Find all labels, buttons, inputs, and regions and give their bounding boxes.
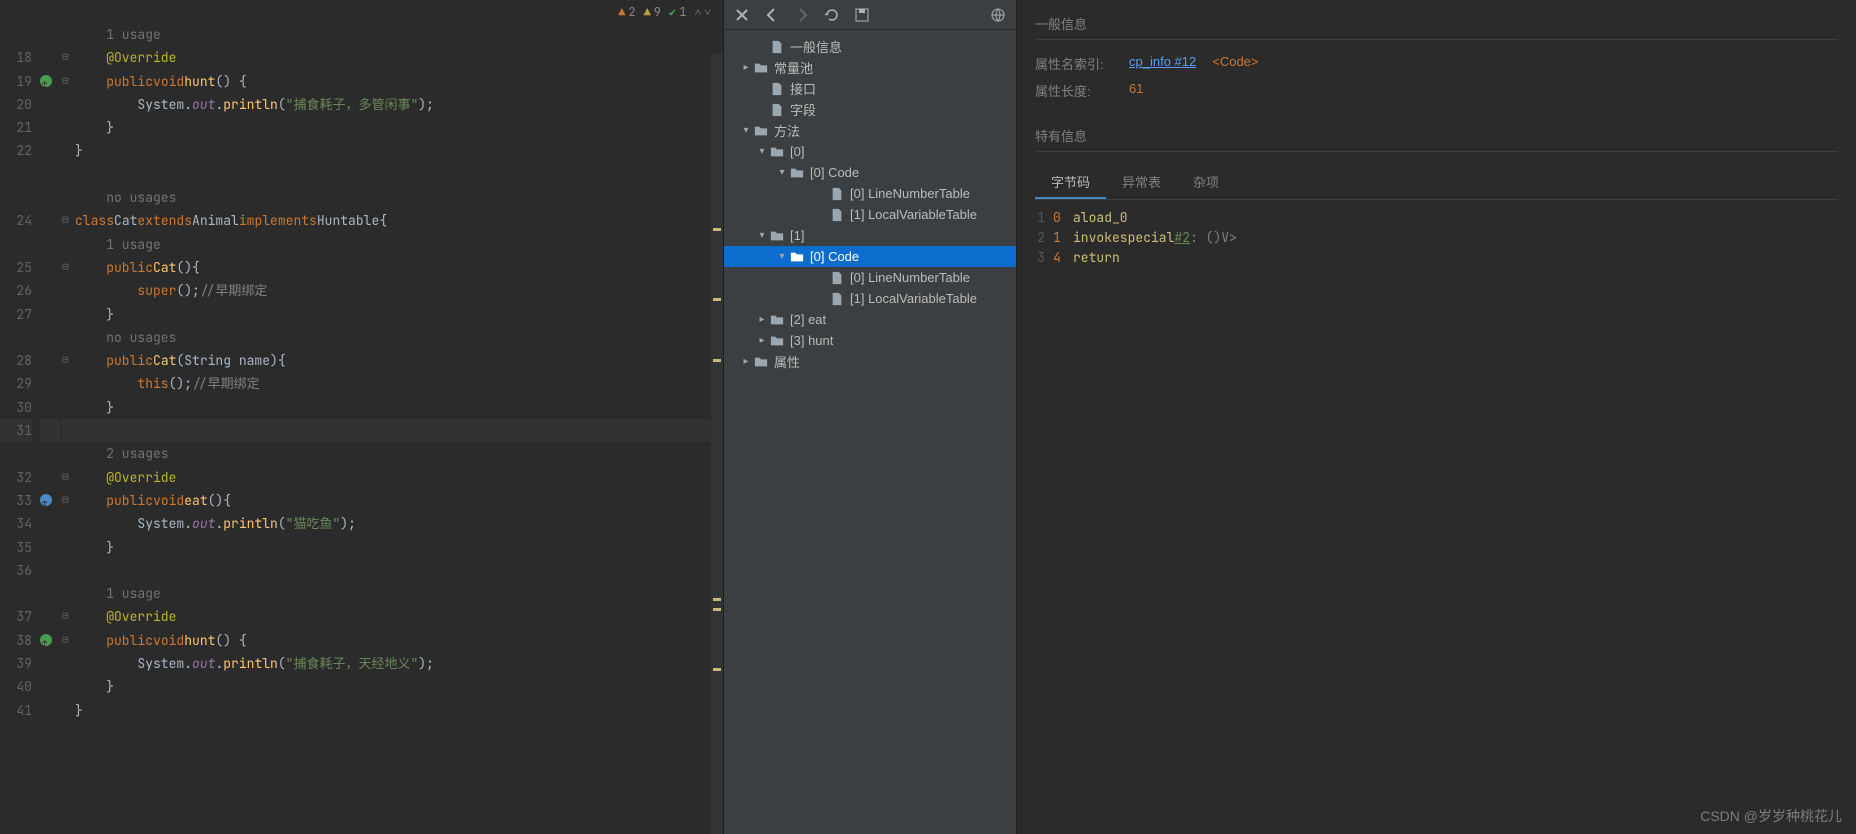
tree-item[interactable]: ▸[3] hunt: [724, 330, 1016, 351]
tree-item[interactable]: ▸属性: [724, 351, 1016, 372]
file-icon: [830, 187, 848, 201]
check-icon: ✔: [669, 4, 676, 20]
chevron-icon[interactable]: ▸: [738, 356, 754, 367]
folder-icon: [770, 334, 788, 348]
folder-icon: [770, 229, 788, 243]
folder-icon: [770, 145, 788, 159]
chevron-down-icon[interactable]: ˅: [704, 4, 711, 20]
tree-item[interactable]: ▾方法: [724, 120, 1016, 141]
chevron-icon[interactable]: ▾: [754, 230, 770, 241]
watermark: CSDN @岁岁种桃花儿: [1700, 806, 1842, 826]
tree-item[interactable]: [1] LocalVariableTable: [724, 288, 1016, 309]
structure-tree[interactable]: 一般信息▸常量池接口字段▾方法▾[0] ▾[0] Code[0] LineNum…: [724, 30, 1016, 372]
cp-info-link[interactable]: cp_info #12: [1129, 54, 1196, 73]
tree-item[interactable]: ▾[0] Code: [724, 246, 1016, 267]
problems-group-2[interactable]: ▲9: [644, 4, 661, 20]
tree-item[interactable]: ▾[0] Code: [724, 162, 1016, 183]
file-icon: [830, 271, 848, 285]
tree-item[interactable]: ▾[1]: [724, 225, 1016, 246]
folder-icon: [790, 166, 808, 180]
chevron-icon[interactable]: ▸: [754, 314, 770, 325]
section-title-general: 一般信息: [1035, 14, 1838, 40]
attr-name-index-row: 属性名索引: cp_info #12 <Code>: [1035, 54, 1838, 73]
tree-item[interactable]: ▾[0]: [724, 141, 1016, 162]
tree-item[interactable]: 字段: [724, 99, 1016, 120]
warning-triangle-icon: ▲: [644, 4, 651, 20]
file-icon: [770, 82, 788, 96]
bytecode-line: 10 aload_0: [1035, 208, 1838, 228]
file-icon: [770, 103, 788, 117]
file-icon: [830, 292, 848, 306]
editor-status-bar: ▲2 ▲9 ✔1 ˄˅: [0, 0, 723, 23]
arrow-left-icon[interactable]: [764, 7, 780, 23]
structure-toolbar: [724, 0, 1016, 30]
section-title-specific: 特有信息: [1035, 126, 1838, 152]
attribute-detail-panel: 一般信息 属性名索引: cp_info #12 <Code> 属性长度: 61 …: [1016, 0, 1856, 834]
bytecode-tabs: 字节码 异常表 杂项: [1035, 166, 1838, 200]
file-icon: [770, 40, 788, 54]
class-structure-panel[interactable]: 一般信息▸常量池接口字段▾方法▾[0] ▾[0] Code[0] LineNum…: [723, 0, 1016, 834]
bytecode-line: 34 return: [1035, 248, 1838, 268]
code-lines[interactable]: 1 usage @Override public void hunt() { S…: [75, 23, 723, 834]
folder-icon: [754, 355, 772, 369]
tree-item[interactable]: [1] LocalVariableTable: [724, 204, 1016, 225]
tree-item[interactable]: [0] LineNumberTable: [724, 183, 1016, 204]
close-icon[interactable]: [734, 7, 750, 23]
attr-length-row: 属性长度: 61: [1035, 81, 1838, 100]
folder-icon: [790, 250, 808, 264]
tab-misc[interactable]: 杂项: [1177, 166, 1235, 199]
warning-triangle-icon: ▲: [618, 4, 625, 20]
globe-icon[interactable]: [990, 7, 1006, 23]
chevron-up-icon[interactable]: ˄: [694, 4, 701, 20]
chevron-icon[interactable]: ▾: [774, 167, 790, 178]
tab-bytecode[interactable]: 字节码: [1035, 166, 1106, 199]
tree-item[interactable]: 一般信息: [724, 36, 1016, 57]
override-up-icon[interactable]: [40, 634, 52, 646]
tree-item[interactable]: 接口: [724, 78, 1016, 99]
folder-icon: [754, 124, 772, 138]
gutter-icons: [40, 23, 60, 834]
chevron-icon[interactable]: ▸: [738, 62, 754, 73]
line-number-gutter: 1819202122242526272829303132333435363738…: [0, 23, 40, 834]
tree-item[interactable]: ▸常量池: [724, 57, 1016, 78]
check-group[interactable]: ✔1: [669, 4, 686, 20]
fold-gutter[interactable]: ⊟⊟⊟⊟⊟⊟⊟⊟⊟: [60, 23, 75, 834]
tab-exception-table[interactable]: 异常表: [1106, 166, 1177, 199]
folder-icon: [770, 313, 788, 327]
arrow-right-icon: [794, 7, 810, 23]
chevron-icon[interactable]: ▾: [754, 146, 770, 157]
code-editor[interactable]: ▲2 ▲9 ✔1 ˄˅ 1819202122242526272829303132…: [0, 0, 723, 834]
save-icon[interactable]: [854, 7, 870, 23]
code-area: 1819202122242526272829303132333435363738…: [0, 23, 723, 834]
bytecode-listing[interactable]: 10 aload_021 invokespecial #2 : ()V>34 r…: [1035, 208, 1838, 268]
file-icon: [830, 208, 848, 222]
chevron-icon[interactable]: ▾: [774, 251, 790, 262]
override-up-icon[interactable]: [40, 75, 52, 87]
chevron-icon[interactable]: ▾: [738, 125, 754, 136]
refresh-icon[interactable]: [824, 7, 840, 23]
chevron-icon[interactable]: ▸: [754, 335, 770, 346]
tree-item[interactable]: [0] LineNumberTable: [724, 267, 1016, 288]
bytecode-line: 21 invokespecial #2 : ()V>: [1035, 228, 1838, 248]
tree-item[interactable]: ▸[2] eat: [724, 309, 1016, 330]
override-down-icon[interactable]: [40, 494, 52, 506]
problems-group-1[interactable]: ▲2: [618, 4, 635, 20]
folder-icon: [754, 61, 772, 75]
scroll-marker-strip[interactable]: [711, 53, 723, 834]
prev-next-highlight[interactable]: ˄˅: [694, 4, 711, 20]
